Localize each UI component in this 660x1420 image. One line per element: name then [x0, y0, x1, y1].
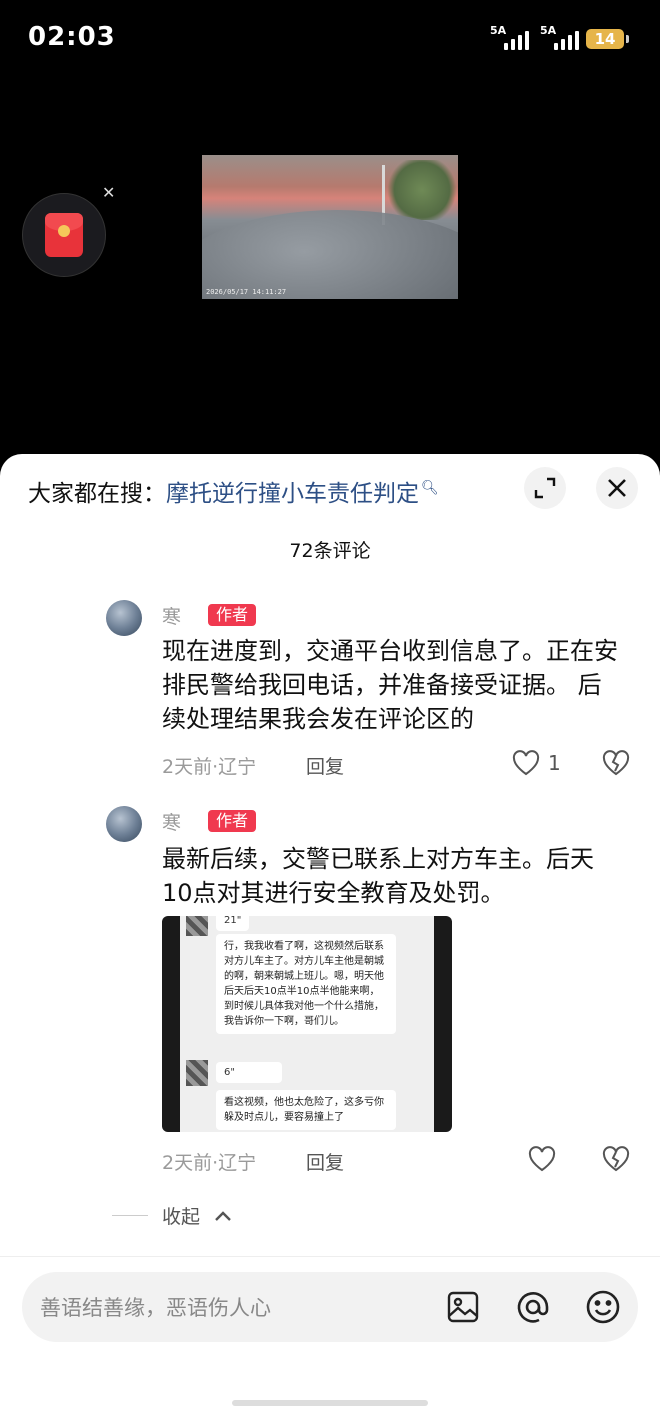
- voice-message: 6": [216, 1062, 282, 1083]
- signal-icon-2: 5A: [540, 24, 579, 50]
- comment-username[interactable]: 寒: [162, 808, 181, 835]
- reply-button[interactable]: 回复: [306, 752, 344, 779]
- comment-meta: 2天前·辽宁: [162, 1152, 257, 1174]
- mention-button[interactable]: [514, 1288, 552, 1326]
- search-prefix: 大家都在搜：: [28, 481, 166, 507]
- comment-input[interactable]: 善语结善缘，恶语伤人心: [40, 1292, 271, 1322]
- collapse-label: 收起: [162, 1206, 201, 1228]
- search-icon: 🔍︎: [421, 480, 439, 497]
- comment-text: 现在进度到，交通平台收到信息了。正在安排民警给我回电话，并准备接受证据。 后续处…: [162, 637, 618, 733]
- comment-image[interactable]: 21" 行，我我收看了啊，这视频然后联系对方儿车主了。对方儿车主他是朝城的啊，朝…: [162, 916, 452, 1132]
- battery-indicator: 14: [586, 29, 629, 49]
- like-count: 1: [548, 751, 561, 775]
- heart-icon: [528, 1146, 556, 1172]
- voice-message: 21": [216, 916, 250, 931]
- like-button[interactable]: 1: [512, 750, 561, 776]
- comment-input-bar: 善语结善缘，恶语伤人心: [22, 1272, 638, 1342]
- emoji-icon: [586, 1290, 620, 1324]
- comment-text: 最新后续，交警已联系上对方车主。后天10点对其进行安全教育及处罚。: [162, 845, 594, 907]
- home-indicator[interactable]: [232, 1400, 428, 1406]
- close-button[interactable]: [596, 467, 638, 509]
- divider-line: [112, 1215, 148, 1216]
- avatar[interactable]: [106, 600, 142, 636]
- emoji-button[interactable]: [584, 1288, 622, 1326]
- status-time: 02:03: [28, 22, 116, 52]
- close-icon: [608, 479, 626, 497]
- broken-heart-icon: [602, 1146, 630, 1172]
- expand-button[interactable]: [524, 467, 566, 509]
- red-envelope-button[interactable]: [22, 193, 106, 277]
- heart-icon: [512, 750, 540, 776]
- chat-message: 行，我我收看了啊，这视频然后联系对方儿车主了。对方儿车主他是朝城的啊，朝来朝城上…: [216, 934, 396, 1034]
- comment-sheet: 大家都在搜：摩托逆行撞小车责任判定 🔍︎ 72条评论 寒 作者 现在进度到，交通平…: [0, 454, 660, 1420]
- author-badge: 作者: [208, 604, 257, 626]
- search-suggestion[interactable]: 大家都在搜：摩托逆行撞小车责任判定 🔍︎: [28, 474, 439, 508]
- dislike-button[interactable]: [602, 750, 630, 776]
- collapse-replies-button[interactable]: 收起: [112, 1202, 232, 1229]
- comment-meta: 2天前·辽宁: [162, 756, 257, 778]
- expand-icon: [534, 477, 556, 499]
- like-button[interactable]: [528, 1146, 556, 1172]
- chat-message: 看这视频，他也太危险了，这多亏你躲及时点儿，要容易撞上了: [216, 1090, 396, 1130]
- dislike-button[interactable]: [602, 1146, 630, 1172]
- comments-count: 72条评论: [289, 540, 371, 562]
- video-timestamp: 2026/05/17 14:11:27: [206, 288, 287, 296]
- status-bar: 02:03 5A 5A 14: [0, 0, 660, 80]
- close-envelope-icon[interactable]: ✕: [102, 183, 115, 202]
- image-button[interactable]: [444, 1288, 482, 1326]
- reply-button[interactable]: 回复: [306, 1148, 344, 1175]
- avatar[interactable]: [106, 806, 142, 842]
- search-keyword[interactable]: 摩托逆行撞小车责任判定: [166, 481, 419, 507]
- image-icon: [447, 1291, 479, 1323]
- at-icon: [517, 1292, 549, 1323]
- chevron-up-icon: [215, 1210, 231, 1221]
- divider: [0, 1256, 660, 1257]
- broken-heart-icon: [602, 750, 630, 776]
- video-thumbnail[interactable]: 2026/05/17 14:11:27: [202, 155, 458, 299]
- red-envelope-icon: [45, 213, 83, 257]
- signal-icon: 5A: [490, 24, 529, 50]
- comment-username[interactable]: 寒: [162, 602, 181, 629]
- author-badge: 作者: [208, 810, 257, 832]
